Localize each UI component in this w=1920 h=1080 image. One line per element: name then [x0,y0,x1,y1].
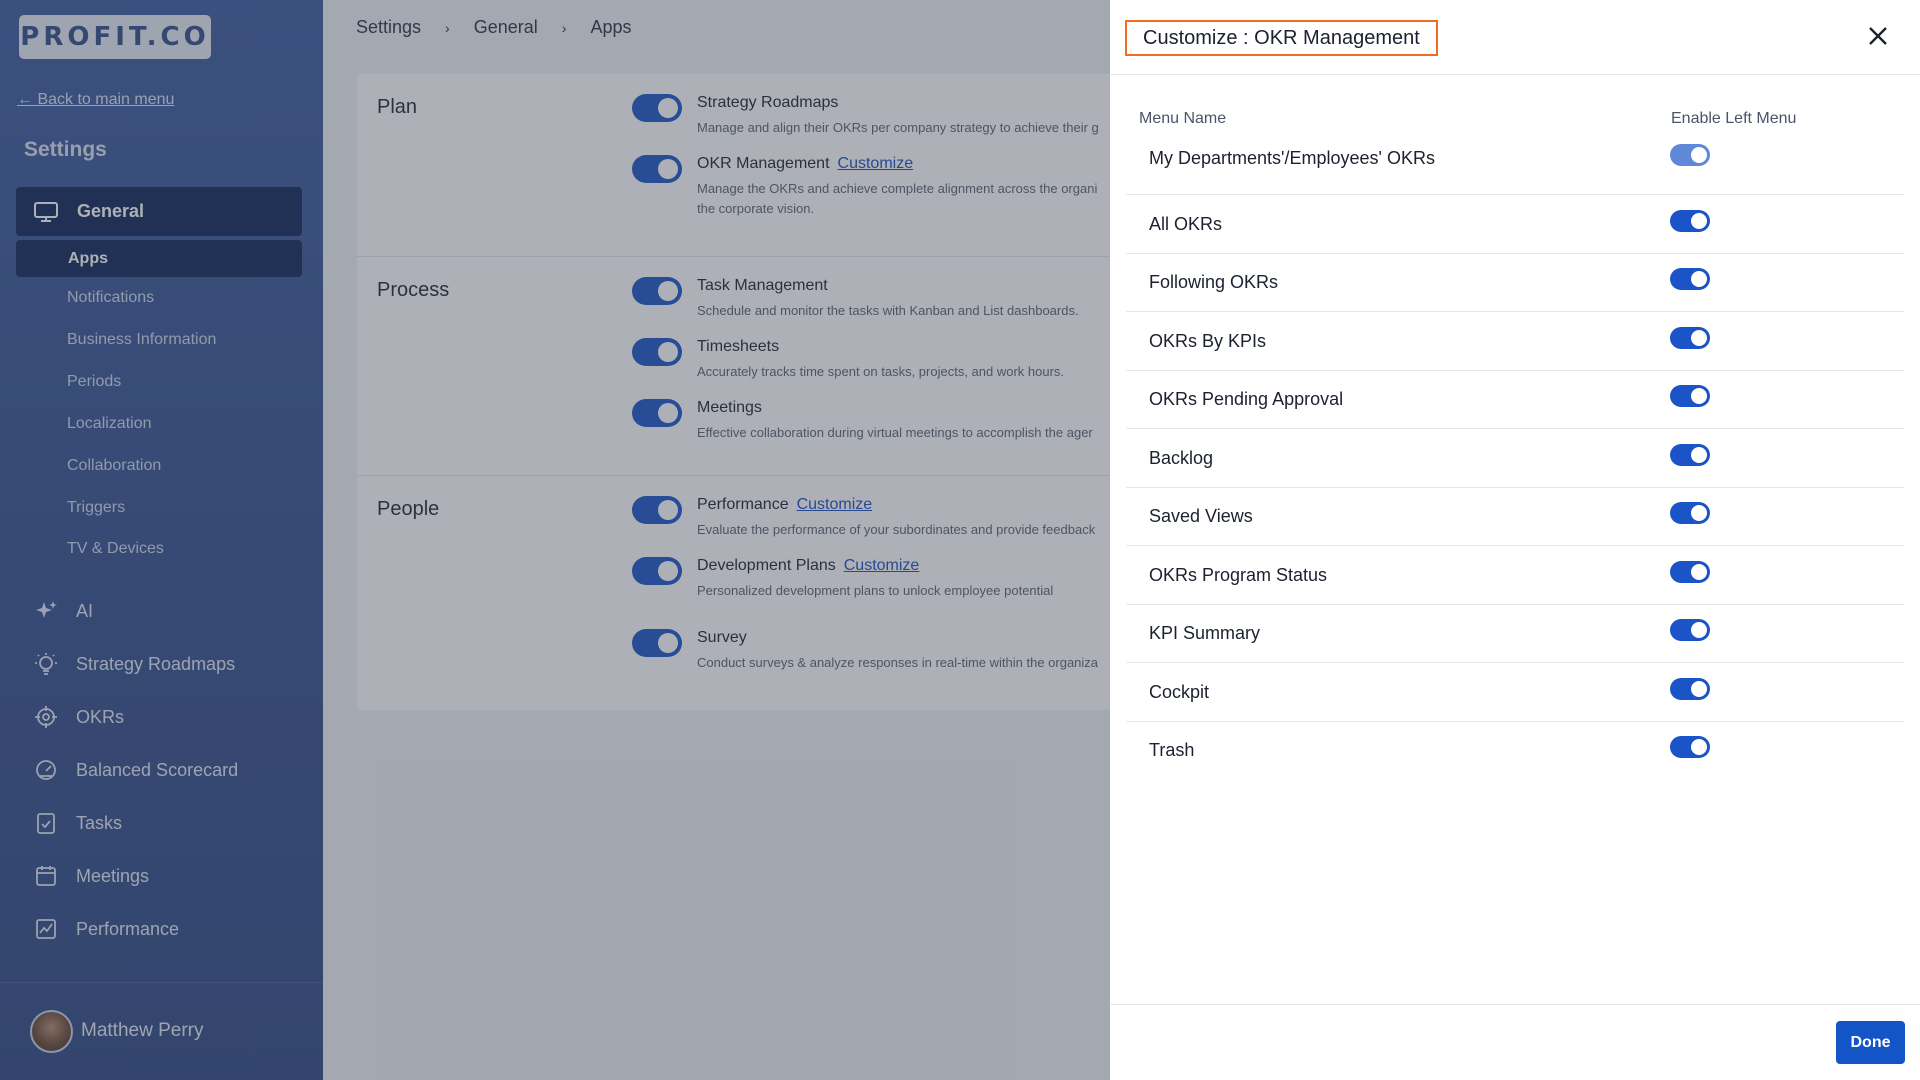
modal-backdrop[interactable] [0,0,1110,1080]
menu-row: Backlog [1126,429,1904,488]
menu-row: Saved Views [1126,487,1904,546]
menu-row: OKRs Program Status [1126,546,1904,605]
menu-row-label: Trash [1149,739,1195,760]
menu-row: Trash [1126,721,1904,780]
column-header-enable-left-menu: Enable Left Menu [1671,110,1797,127]
enable-toggle[interactable] [1670,502,1710,524]
menu-row-label: Following OKRs [1149,271,1279,292]
menu-row: All OKRs [1126,195,1904,254]
menu-row-label: Cockpit [1149,681,1210,702]
drawer-footer: Done [1110,1004,1920,1080]
enable-toggle[interactable] [1670,678,1710,700]
menu-row-label: Backlog [1149,447,1214,468]
enable-toggle[interactable] [1670,268,1710,290]
menu-row: Cockpit [1126,663,1904,722]
menu-row-label: OKRs By KPIs [1149,330,1267,351]
customize-drawer: Customize : OKR Management Menu Name Ena… [1110,0,1920,1080]
enable-toggle[interactable] [1670,736,1710,758]
menu-row: Following OKRs [1126,253,1904,312]
enable-toggle[interactable] [1670,444,1710,466]
close-icon [1869,27,1887,45]
menu-row-label: All OKRs [1149,213,1223,234]
enable-toggle[interactable] [1670,210,1710,232]
menu-row-label: My Departments'/Employees' OKRs [1149,147,1435,168]
drawer-title: Customize : OKR Management [1125,20,1438,56]
enable-toggle[interactable] [1670,385,1710,407]
enable-toggle[interactable] [1670,619,1710,641]
menu-row: My Departments'/Employees' OKRs [1126,136,1904,195]
menu-row: OKRs Pending Approval [1126,370,1904,429]
enable-toggle[interactable] [1670,561,1710,583]
menu-row-label: KPI Summary [1149,622,1261,643]
done-button[interactable]: Done [1836,1021,1905,1064]
close-button[interactable] [1866,24,1890,48]
drawer-header: Customize : OKR Management [1110,0,1920,75]
menu-row-label: OKRs Program Status [1149,564,1328,585]
column-header-menu-name: Menu Name [1139,110,1227,127]
enable-toggle[interactable] [1670,144,1710,166]
enable-toggle[interactable] [1670,327,1710,349]
menu-row-label: OKRs Pending Approval [1149,388,1344,409]
menu-row: KPI Summary [1126,604,1904,663]
menu-row-label: Saved Views [1149,505,1253,526]
menu-row: OKRs By KPIs [1126,312,1904,371]
